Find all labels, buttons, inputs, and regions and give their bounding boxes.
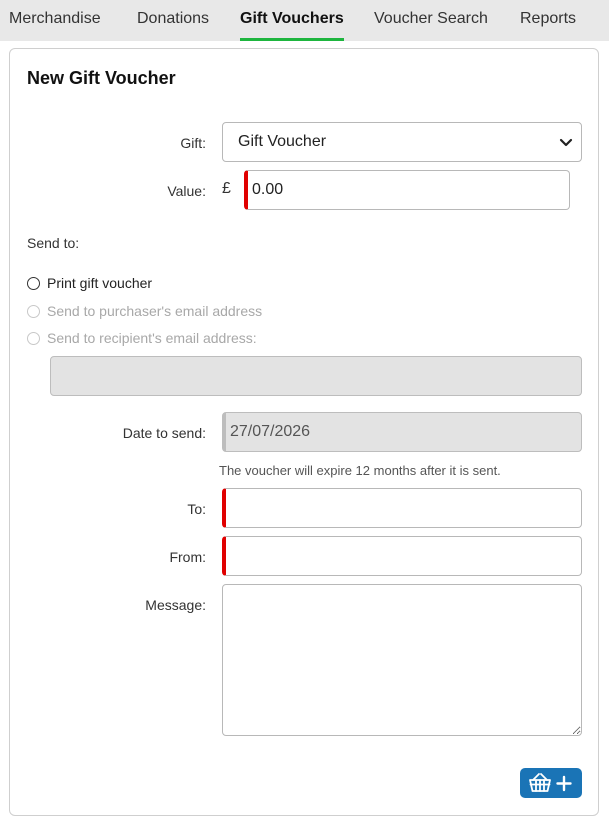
recipient-email-input (50, 356, 582, 396)
date-to-send-label: Date to send: (122, 425, 206, 441)
send-to-label: Send to: (27, 235, 80, 251)
date-to-send-input[interactable]: 27/07/2026 (222, 412, 582, 452)
basket-plus-icon (529, 773, 572, 792)
tab-gift-vouchers[interactable]: Gift Vouchers (240, 0, 344, 41)
radio-button (27, 305, 40, 318)
to-input[interactable] (222, 488, 582, 528)
radio-label: Send to recipient's email address: (47, 330, 257, 346)
gift-label: Gift: (180, 135, 206, 151)
tab-voucher-search[interactable]: Voucher Search (374, 0, 488, 41)
tab-merchandise[interactable]: Merchandise (9, 0, 101, 41)
message-textarea[interactable] (222, 584, 582, 736)
gift-select-value: Gift Voucher (238, 133, 327, 150)
value-input[interactable]: 0.00 (244, 170, 570, 210)
to-label: To: (187, 501, 206, 517)
nav-tabs: Merchandise Donations Gift Vouchers Vouc… (0, 0, 609, 41)
expiry-hint: The voucher will expire 12 months after … (219, 463, 501, 478)
add-to-basket-button[interactable] (520, 768, 582, 798)
message-label: Message: (145, 597, 206, 613)
radio-label: Print gift voucher (47, 275, 153, 291)
tab-reports[interactable]: Reports (520, 0, 576, 41)
currency-symbol: £ (222, 180, 231, 197)
tab-donations[interactable]: Donations (137, 0, 209, 41)
new-gift-voucher-card: New Gift Voucher Gift: Gift Voucher Valu… (9, 48, 599, 816)
chevron-down-icon (559, 138, 573, 147)
card-title: New Gift Voucher (27, 68, 176, 88)
radio-button[interactable] (27, 277, 40, 290)
radio-label: Send to purchaser's email address (47, 303, 263, 319)
radio-button (27, 332, 40, 345)
from-input[interactable] (222, 536, 582, 576)
gift-select[interactable]: Gift Voucher (222, 122, 582, 162)
from-label: From: (169, 549, 206, 565)
value-label: Value: (167, 183, 206, 199)
